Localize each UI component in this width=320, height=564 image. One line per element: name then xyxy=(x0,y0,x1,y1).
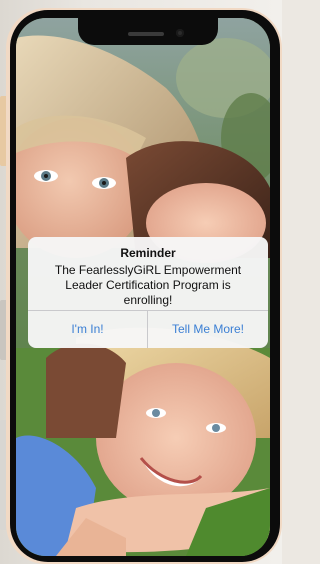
alert-message: The FearlesslyGiRL Empowerment Leader Ce… xyxy=(54,263,242,307)
im-in-button[interactable]: I'm In! xyxy=(28,311,147,348)
alert-dialog: Reminder The FearlesslyGiRL Empowerment … xyxy=(28,237,268,348)
speaker-grille xyxy=(128,32,164,36)
front-camera xyxy=(176,29,184,37)
tell-me-more-button[interactable]: Tell Me More! xyxy=(148,311,268,348)
alert-title: Reminder xyxy=(120,246,176,260)
